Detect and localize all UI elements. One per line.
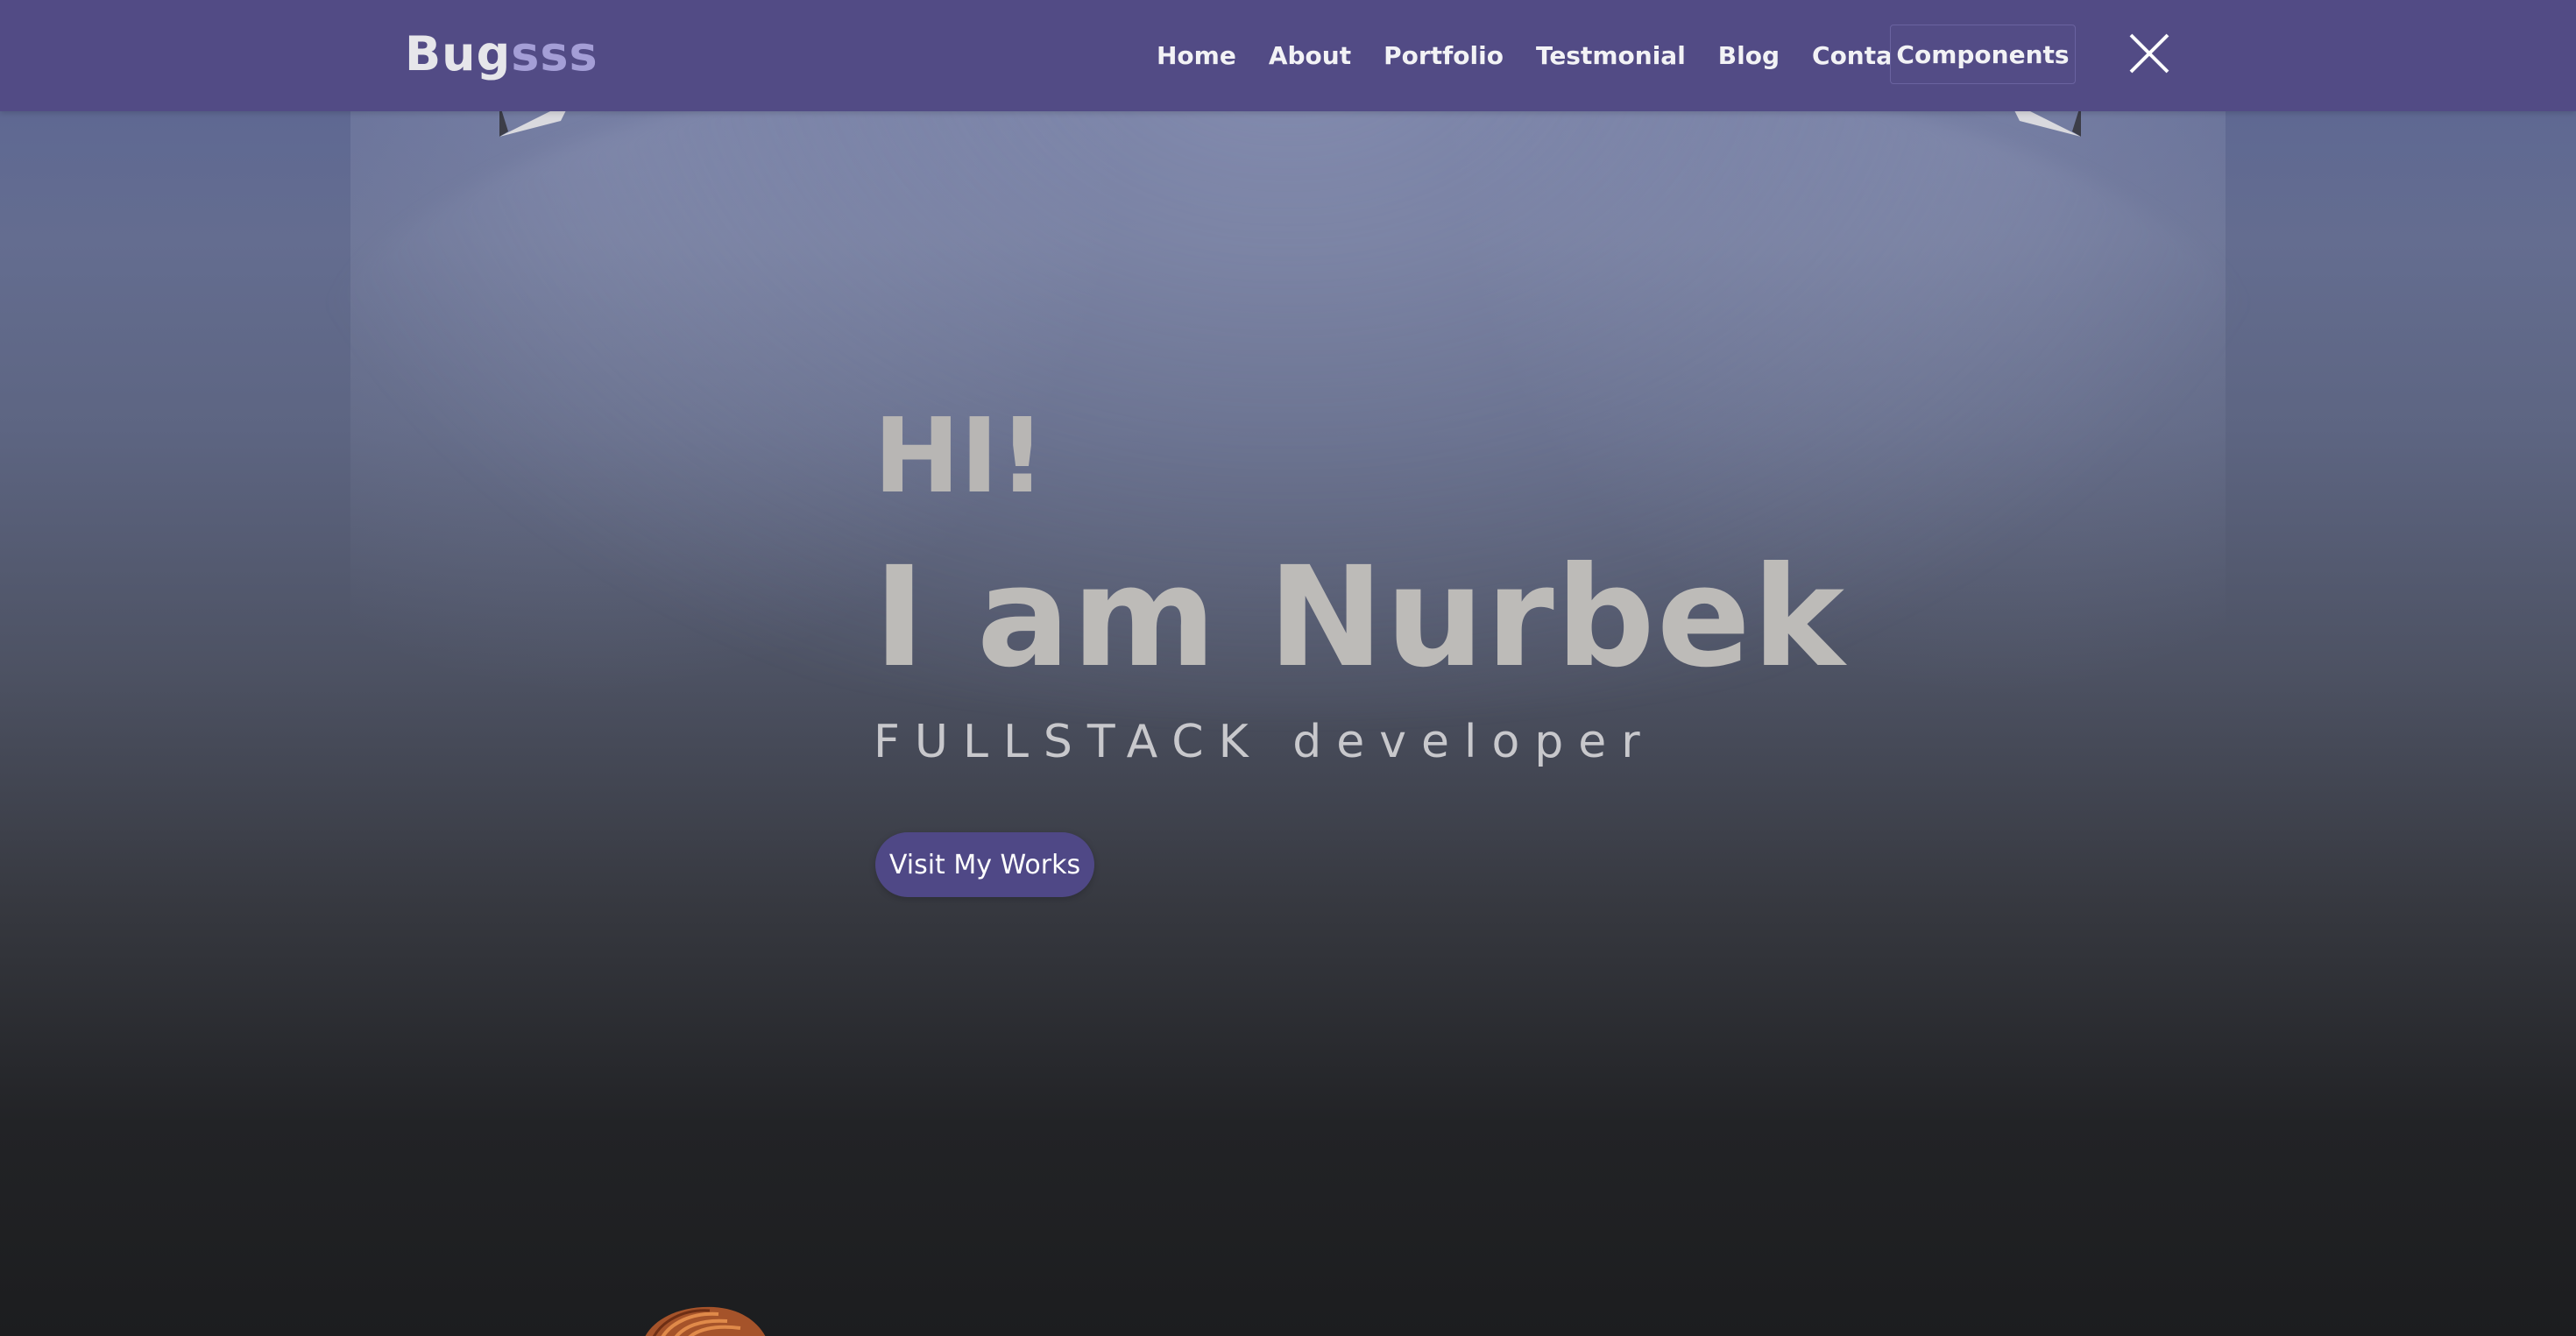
nav-link-portfolio[interactable]: Portfolio bbox=[1384, 41, 1504, 70]
hero-section: HI! I am Nurbek FULLSTACK developer Visi… bbox=[0, 0, 2576, 1336]
character-hair-icon bbox=[645, 1306, 766, 1336]
top-navbar: Bugsss Home About Portfolio Testmonial B… bbox=[0, 0, 2576, 111]
logo-accent-text: sss bbox=[511, 26, 598, 81]
hero-subtitle: FULLSTACK developer bbox=[874, 716, 1655, 768]
nav-link-about[interactable]: About bbox=[1269, 41, 1351, 70]
logo[interactable]: Bugsss bbox=[405, 23, 598, 86]
nav-link-testimonial[interactable]: Testmonial bbox=[1536, 41, 1686, 70]
nav-link-home[interactable]: Home bbox=[1157, 41, 1236, 70]
close-icon[interactable] bbox=[2127, 32, 2171, 75]
nav-links: Home About Portfolio Testmonial Blog Con… bbox=[1157, 0, 1919, 111]
hero-greeting: HI! bbox=[874, 395, 1046, 516]
components-button[interactable]: Components bbox=[1890, 25, 2076, 84]
hero-headline: I am Nurbek bbox=[874, 537, 1847, 698]
logo-main-text: Bug bbox=[405, 26, 512, 81]
nav-link-blog[interactable]: Blog bbox=[1718, 41, 1780, 70]
visit-works-button[interactable]: Visit My Works bbox=[875, 832, 1094, 897]
